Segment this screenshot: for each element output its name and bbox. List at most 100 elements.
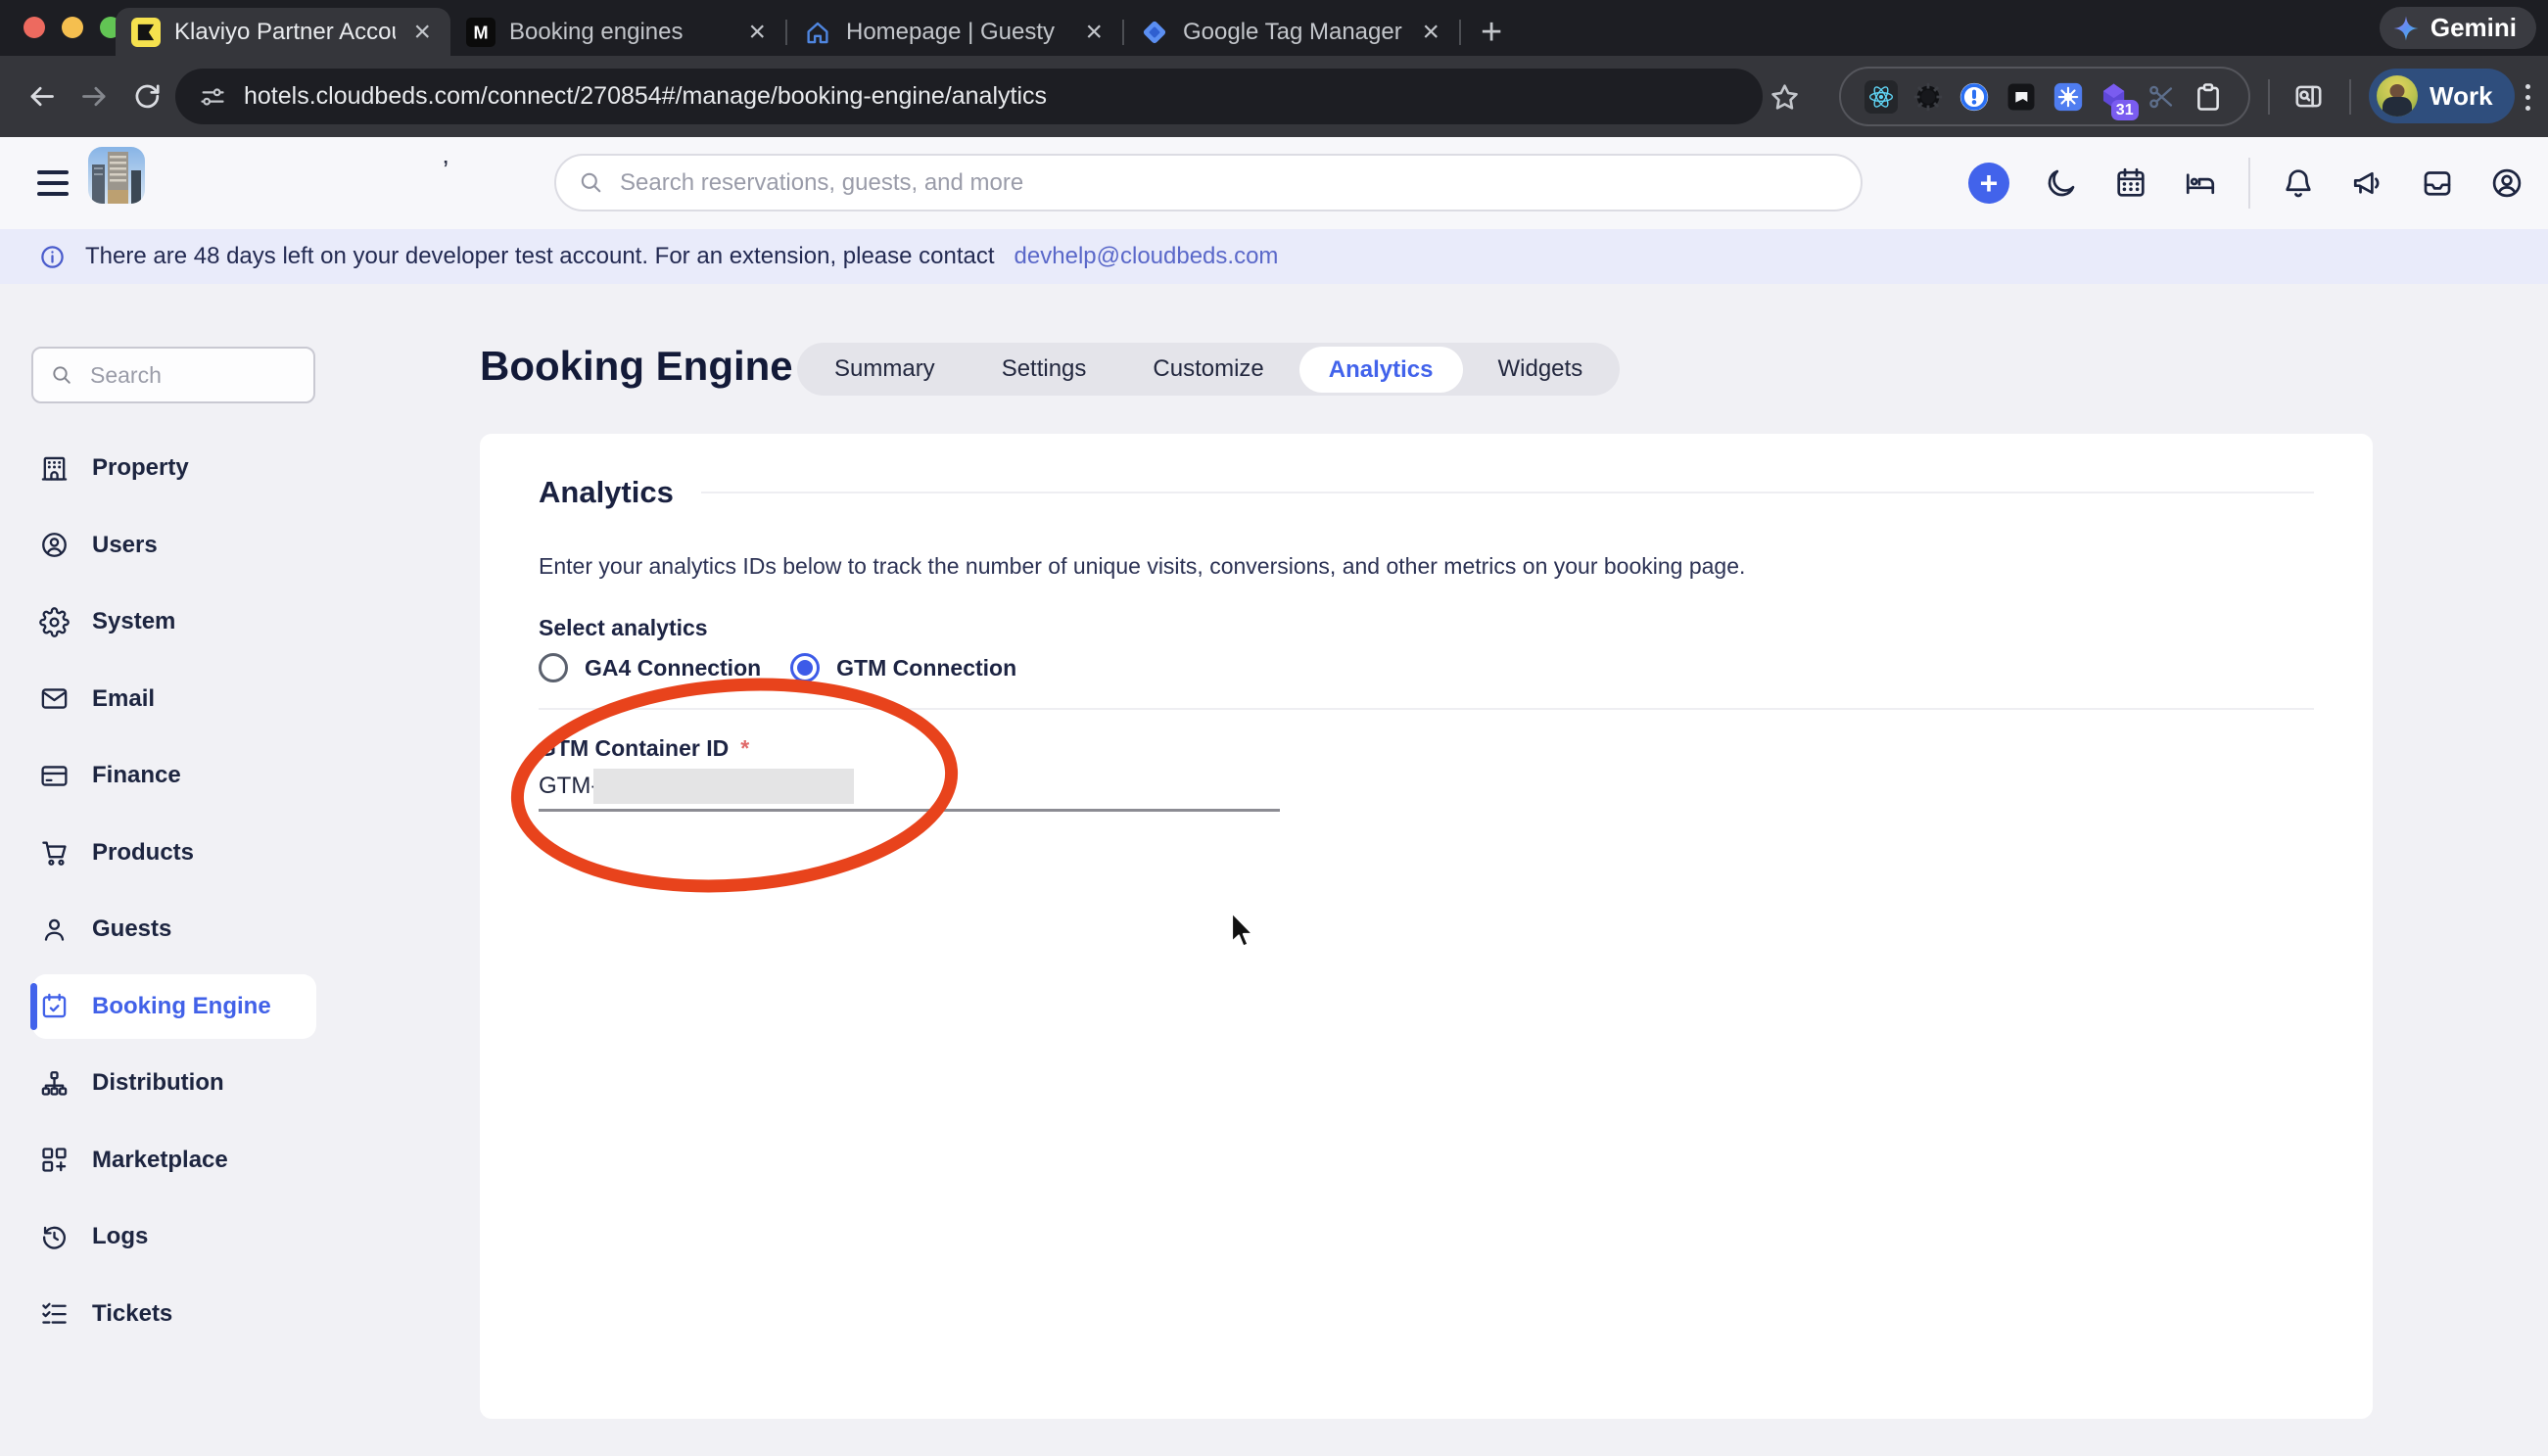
sidebar-item-users[interactable]: Users: [0, 507, 421, 585]
trial-banner-text: There are 48 days left on your developer…: [85, 243, 995, 270]
checklist-icon: [39, 1298, 70, 1329]
sidebar-item-products[interactable]: Products: [0, 815, 421, 892]
sidebar-item-email[interactable]: Email: [0, 661, 421, 738]
screen: Klaviyo Partner Account - Ana×MBooking e…: [0, 0, 2548, 1456]
hamburger-menu-icon[interactable]: [37, 170, 69, 196]
tab-customize[interactable]: Customize: [1119, 343, 1297, 396]
select-analytics-label: Select analytics: [539, 615, 2314, 641]
moon-icon[interactable]: [2044, 165, 2079, 201]
inbox-icon[interactable]: [2420, 165, 2455, 201]
sidebar-item-finance[interactable]: Finance: [0, 737, 421, 815]
calendar-icon[interactable]: [2113, 165, 2148, 201]
toolbar-divider-2: [2349, 79, 2351, 115]
back-icon[interactable]: [25, 80, 58, 113]
required-asterisk: *: [740, 735, 749, 762]
property-name-mark: ’: [443, 155, 448, 186]
bed-icon[interactable]: [2183, 165, 2218, 201]
klaviyo-favicon: [131, 18, 161, 47]
sidebar-nav: Property Users SystemEmail Finance Products G…: [0, 430, 421, 1352]
gemini-button[interactable]: Gemini: [2380, 7, 2536, 49]
sidebar-item-tickets[interactable]: Tickets: [0, 1276, 421, 1353]
tab-widgets[interactable]: Widgets: [1465, 343, 1617, 396]
profile-label: Work: [2430, 81, 2493, 112]
search-icon: [50, 363, 73, 387]
tab-close-icon[interactable]: ×: [409, 18, 435, 47]
radio-circle-icon[interactable]: [790, 653, 820, 682]
scissors-icon[interactable]: [2145, 80, 2178, 114]
clipboard-icon[interactable]: [2192, 80, 2225, 114]
sidebar-search[interactable]: [31, 347, 315, 403]
app-header-icons: +: [1968, 137, 2524, 229]
tab-settings[interactable]: Settings: [968, 343, 1120, 396]
react-icon[interactable]: [1864, 80, 1898, 114]
bell-icon[interactable]: [2281, 165, 2316, 201]
address-bar[interactable]: hotels.cloudbeds.com/connect/270854#/man…: [175, 69, 1763, 124]
radio-circle-icon[interactable]: [539, 653, 568, 682]
onepassword-icon[interactable]: [1958, 80, 1991, 114]
browser-tab-strip: Klaviyo Partner Account - Ana×MBooking e…: [0, 0, 2548, 56]
sidebar-item-logs[interactable]: Logs: [0, 1198, 421, 1276]
tab-close-icon[interactable]: ×: [744, 18, 770, 47]
sidebar-item-system[interactable]: System: [0, 584, 421, 661]
browser-toolbar: hotels.cloudbeds.com/connect/270854#/man…: [0, 56, 2548, 137]
radio-gtm-connection[interactable]: GTM Connection: [790, 653, 1016, 682]
global-search-input[interactable]: [618, 168, 1839, 198]
sidebar-item-booking-engine[interactable]: Booking Engine: [0, 968, 421, 1046]
browser-menu-icon[interactable]: [2513, 79, 2542, 115]
site-info-icon[interactable]: [199, 83, 226, 111]
window-close-button[interactable]: [24, 17, 45, 38]
tab-analytics[interactable]: Analytics: [1299, 347, 1463, 393]
info-icon: [39, 244, 66, 270]
reload-icon[interactable]: [131, 80, 164, 113]
browser-tab[interactable]: Google Tag Manager ×: [1124, 8, 1459, 56]
tab-separator: [1459, 20, 1461, 45]
browser-tab[interactable]: MBooking engines×: [450, 8, 785, 56]
blue-flake-icon[interactable]: [2052, 80, 2085, 114]
radio-label: GA4 Connection: [585, 655, 761, 681]
analytics-heading: Analytics: [539, 475, 674, 510]
sidebar-search-input[interactable]: [88, 361, 297, 390]
megaphone-icon[interactable]: [2350, 165, 2385, 201]
browser-tab[interactable]: Homepage | Guesty×: [787, 8, 1122, 56]
tab-summary[interactable]: Summary: [801, 343, 968, 396]
analytics-description: Enter your analytics IDs below to track …: [539, 553, 2314, 580]
browser-profile-button[interactable]: Work: [2369, 69, 2515, 123]
window-minimize-button[interactable]: [62, 17, 83, 38]
gemini-sparkle-icon: [2391, 14, 2421, 43]
calendar-31-icon[interactable]: 31: [2099, 80, 2132, 114]
sidebar-item-label: Property: [92, 454, 189, 482]
account-icon[interactable]: [2489, 165, 2524, 201]
sidebar-item-marketplace[interactable]: Marketplace: [0, 1122, 421, 1199]
sidebar-item-property[interactable]: Property: [0, 430, 421, 507]
forward-icon[interactable]: [78, 80, 111, 113]
sidebar-item-label: Finance: [92, 762, 181, 789]
extensions-pill: 31: [1839, 67, 2250, 126]
sidebar-item-distribution[interactable]: Distribution: [0, 1045, 421, 1122]
guesty-favicon: [803, 18, 832, 47]
analytics-radio-group: GA4 Connection GTM Connection: [539, 653, 2314, 682]
new-tab-button[interactable]: +: [1481, 13, 1502, 52]
tab-title: Google Tag Manager: [1183, 19, 1404, 46]
sidebar-item-label: Users: [92, 532, 158, 559]
window-controls: [24, 17, 121, 38]
trial-banner-link[interactable]: devhelp@cloudbeds.com: [1014, 243, 1279, 270]
global-search[interactable]: [554, 154, 1863, 211]
radio-ga4-connection[interactable]: GA4 Connection: [539, 653, 761, 682]
tab-close-icon[interactable]: ×: [1081, 18, 1107, 47]
plus-circle-icon[interactable]: +: [1968, 163, 2009, 204]
property-logo[interactable]: [88, 147, 145, 204]
sidebar-item-guests[interactable]: Guests: [0, 891, 421, 968]
gtm-container-id-field[interactable]: GTM-T: [539, 768, 2314, 805]
sidebar-item-label: Products: [92, 839, 194, 867]
browser-tab[interactable]: Klaviyo Partner Account - Ana×: [116, 8, 450, 56]
heading-rule: [701, 492, 2314, 493]
side-panel-icon[interactable]: [2292, 80, 2325, 113]
dark-gear-icon[interactable]: [1911, 80, 1945, 114]
person-icon: [39, 915, 70, 945]
dark-square-icon[interactable]: [2005, 80, 2038, 114]
bookmark-star-icon[interactable]: [1769, 81, 1801, 114]
page-title: Booking Engine: [480, 343, 793, 390]
tab-close-icon[interactable]: ×: [1418, 18, 1443, 47]
user-circle-icon: [39, 530, 70, 560]
redaction-box: [593, 769, 854, 804]
